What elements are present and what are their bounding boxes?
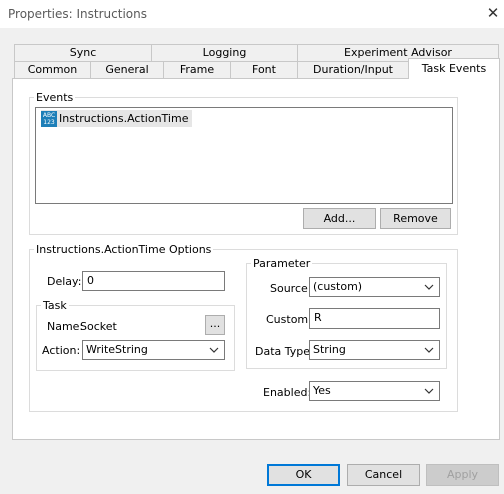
data-type-select-value: String — [313, 343, 346, 356]
action-label: Action: — [42, 344, 81, 357]
delay-label: Delay: — [47, 275, 82, 288]
window-title: Properties: Instructions — [8, 7, 147, 21]
chevron-down-icon — [424, 388, 434, 394]
action-select-value: WriteString — [86, 343, 148, 356]
cancel-button[interactable]: Cancel — [347, 464, 420, 486]
chevron-down-icon — [209, 347, 219, 353]
tab-sync[interactable]: Sync — [14, 44, 152, 62]
tab-general[interactable]: General — [90, 61, 164, 79]
enabled-select-value: Yes — [313, 384, 331, 397]
action-select[interactable]: WriteString — [82, 340, 225, 360]
ok-button[interactable]: OK — [267, 464, 340, 486]
apply-button[interactable]: Apply — [426, 464, 499, 486]
tab-logging[interactable]: Logging — [151, 44, 298, 62]
delay-field[interactable]: 0 — [82, 271, 225, 291]
chevron-down-icon — [424, 284, 434, 290]
options-group-label: Instructions.ActionTime Options — [36, 243, 212, 256]
browse-button[interactable]: ... — [205, 315, 225, 335]
close-icon[interactable]: ✕ — [484, 4, 502, 22]
tab-duration-input[interactable]: Duration/Input — [297, 61, 409, 79]
source-select[interactable]: (custom) — [309, 277, 440, 297]
remove-button[interactable]: Remove — [380, 208, 451, 229]
tab-font[interactable]: Font — [230, 61, 298, 79]
list-item[interactable]: ABC 123 Instructions.ActionTime — [41, 110, 193, 127]
abc-123-icon: ABC 123 — [41, 110, 57, 127]
parameter-group-label: Parameter — [253, 257, 311, 270]
list-item-label: Instructions.ActionTime — [59, 112, 189, 125]
custom-label: Custom: — [266, 313, 312, 326]
enabled-label: Enabled: — [263, 386, 312, 399]
source-label: Source: — [270, 282, 312, 295]
tab-common[interactable]: Common — [14, 61, 91, 79]
task-name-label: Name: — [47, 320, 84, 333]
chevron-down-icon — [424, 347, 434, 353]
source-select-value: (custom) — [313, 280, 363, 293]
events-group-label: Events — [36, 91, 74, 104]
enabled-select[interactable]: Yes — [309, 381, 440, 401]
data-type-label: Data Type: — [255, 345, 314, 358]
data-type-select[interactable]: String — [309, 340, 440, 360]
tab-frame[interactable]: Frame — [163, 61, 231, 79]
custom-field[interactable]: R — [309, 308, 440, 329]
add-button[interactable]: Add... — [303, 208, 376, 229]
task-group-label: Task — [43, 299, 67, 312]
task-group: Task — [36, 299, 235, 371]
tab-task-events[interactable]: Task Events — [408, 58, 500, 79]
task-name-value: Socket — [80, 320, 117, 333]
